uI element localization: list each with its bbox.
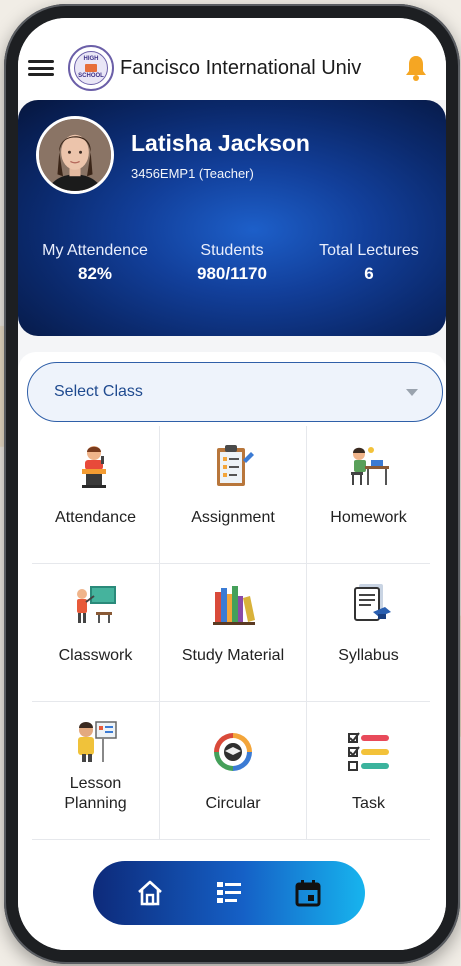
bottom-nav	[93, 861, 365, 925]
stat-students: Students 980/1170	[172, 242, 292, 284]
menu-item-circular[interactable]: Circular	[160, 702, 307, 840]
logo-text-bottom: SCHOOL	[78, 73, 104, 79]
menu-item-label: Lesson Planning	[64, 775, 127, 812]
menu-item-label: Assignment	[191, 509, 275, 526]
stat-label: Total Lectures	[319, 242, 419, 259]
app-title: Fancisco International Univ	[120, 56, 362, 79]
stat-value: 82%	[78, 264, 113, 283]
chevron-down-icon	[406, 388, 418, 396]
app-screen: HIGH SCHOOL Fancisco International Univ	[18, 18, 446, 950]
stat-value: 6	[364, 264, 374, 283]
home-icon[interactable]	[133, 876, 167, 910]
select-class-dropdown[interactable]: Select Class	[27, 362, 443, 422]
menu-item-label: Classwork	[58, 647, 133, 664]
employee-id: 3456EMP1 (Teacher)	[131, 166, 254, 181]
stat-label: Students	[200, 242, 264, 259]
stat-label: My Attendence	[42, 242, 148, 259]
checklist-icon	[347, 732, 389, 771]
menu-item-classwork[interactable]: Classwork	[32, 564, 160, 702]
select-class-label: Select Class	[54, 383, 143, 400]
circular-cycle-icon	[214, 733, 252, 771]
logo-text-top: HIGH	[83, 56, 99, 62]
menu-item-label: Circular	[205, 795, 261, 812]
menu-icon[interactable]	[28, 57, 54, 79]
document-cap-icon	[353, 584, 391, 621]
stat-attendance: My Attendence 82%	[18, 242, 172, 284]
student-desk-icon	[350, 447, 389, 485]
menu-grid: Attendance Assignment Homework Classwork…	[32, 426, 430, 840]
profile-card: Latisha Jackson 3456EMP1 (Teacher) My At…	[18, 100, 446, 336]
stat-value: 980/1170	[197, 264, 267, 283]
menu-item-label: Homework	[330, 509, 407, 526]
calendar-icon[interactable]	[291, 876, 325, 910]
teacher-podium-icon	[81, 446, 106, 488]
stat-lectures: Total Lectures 6	[292, 242, 446, 284]
menu-item-attendance[interactable]: Attendance	[32, 426, 160, 564]
profile-name: Latisha Jackson	[131, 130, 310, 156]
menu-item-task[interactable]: Task	[307, 702, 430, 840]
app-bar: HIGH SCHOOL Fancisco International Univ	[18, 18, 446, 100]
clipboard-pen-icon	[217, 445, 254, 486]
avatar[interactable]	[36, 116, 114, 194]
teacher-board-icon	[76, 586, 116, 623]
menu-item-study-material[interactable]: Study Material	[160, 564, 307, 702]
books-icon	[213, 586, 255, 625]
menu-item-homework[interactable]: Homework	[307, 426, 430, 564]
teacher-planning-icon	[77, 721, 117, 762]
menu-item-label: Task	[352, 795, 385, 812]
school-logo: HIGH SCHOOL	[68, 45, 114, 91]
list-icon[interactable]	[212, 876, 246, 910]
bell-icon[interactable]	[404, 53, 428, 83]
menu-item-label: Syllabus	[338, 647, 399, 664]
menu-item-assignment[interactable]: Assignment	[160, 426, 307, 564]
stats-row: My Attendence 82% Students 980/1170 Tota…	[18, 242, 446, 284]
menu-item-label: Study Material	[181, 647, 285, 664]
phone-frame: HIGH SCHOOL Fancisco International Univ	[4, 4, 460, 964]
menu-item-lesson-planning[interactable]: Lesson Planning	[32, 702, 160, 840]
menu-item-label: Attendance	[55, 509, 136, 526]
menu-item-syllabus[interactable]: Syllabus	[307, 564, 430, 702]
